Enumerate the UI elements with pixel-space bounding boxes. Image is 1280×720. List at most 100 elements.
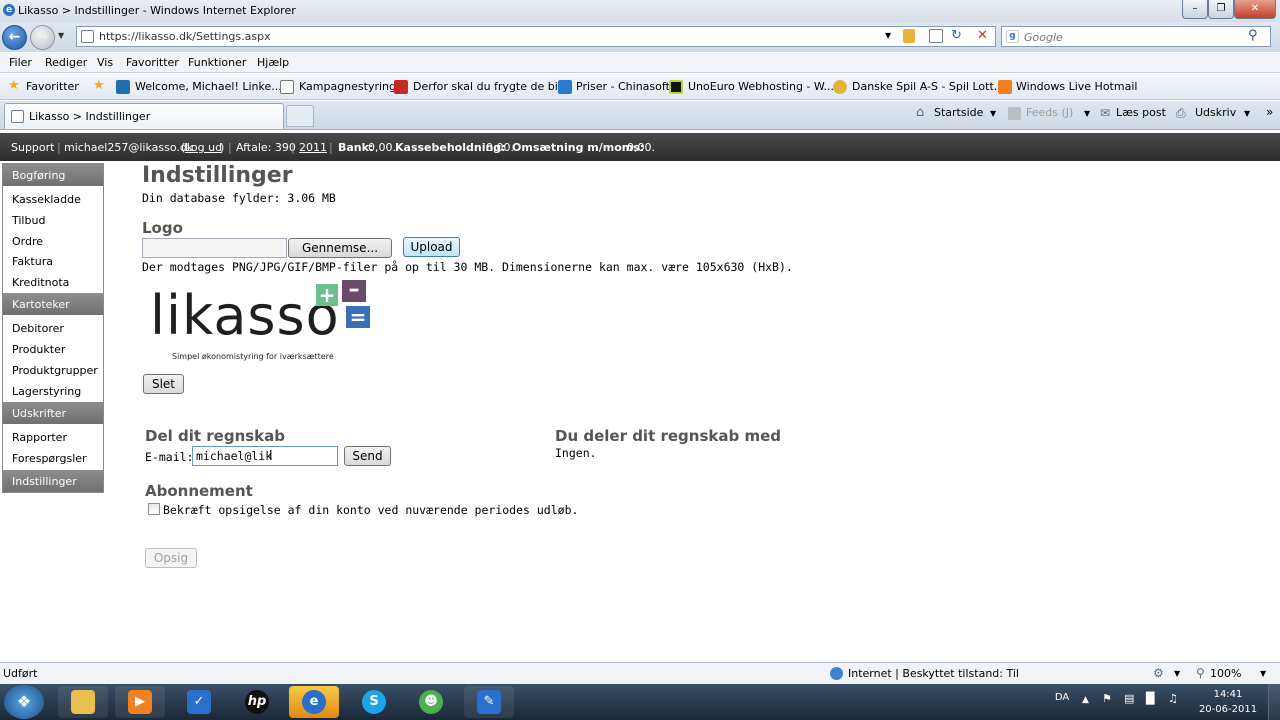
confirm-cancel-checkbox[interactable]	[148, 503, 160, 515]
sidebar-section-registers[interactable]: Kartoteker	[3, 293, 103, 315]
danske-spil-icon	[833, 80, 847, 94]
delete-logo-button[interactable]: Slet	[143, 374, 184, 394]
topbar-divider: |	[291, 141, 295, 154]
start-button[interactable]: ❖	[4, 685, 44, 719]
screen-recorder-taskbar-icon[interactable]: ✎	[464, 686, 514, 718]
sidebar-item-quotes[interactable]: Tilbud	[12, 214, 45, 227]
clock-time[interactable]: 14:41	[1196, 689, 1260, 700]
home-dropdown-icon[interactable]: ▼	[990, 109, 996, 118]
print-dropdown-icon[interactable]: ▼	[1244, 109, 1250, 118]
tab-settings[interactable]: Likasso > Indstillinger	[4, 103, 284, 129]
cancel-subscription-button[interactable]: Opsig	[145, 548, 197, 568]
read-mail-button[interactable]: Læs post	[1116, 106, 1166, 119]
fav-item-news[interactable]: Derfor skal du frygte de bi...	[413, 80, 568, 93]
show-desktop-button[interactable]	[1268, 684, 1280, 720]
zoom-level[interactable]: 100%	[1210, 667, 1241, 680]
protected-mode-icon[interactable]: ⚙	[1153, 666, 1164, 680]
volume-icon[interactable]: ♫	[1168, 692, 1178, 705]
share-heading: Del dit regnskab	[145, 427, 286, 445]
sidebar-section-reports[interactable]: Udskrifter	[3, 402, 103, 424]
more-commands-icon[interactable]: »	[1266, 105, 1273, 119]
logo-minus-icon: –	[342, 279, 366, 302]
network-icon[interactable]: ▤	[1124, 692, 1134, 705]
media-player-taskbar-icon[interactable]: ▶	[115, 686, 165, 718]
menu-file[interactable]: Filer	[9, 56, 32, 69]
send-button[interactable]: Send	[344, 446, 391, 466]
hp-taskbar-icon[interactable]: hp	[232, 686, 282, 718]
menu-view[interactable]: Vis	[97, 56, 113, 69]
sidebar-item-reports[interactable]: Rapporter	[12, 431, 67, 444]
mail-icon[interactable]: ✉	[1100, 106, 1110, 120]
explorer-taskbar-icon[interactable]	[58, 686, 108, 718]
agreement-number: Aftale: 390	[236, 141, 296, 154]
print-icon[interactable]: ⎙	[1176, 106, 1186, 121]
menu-tools[interactable]: Funktioner	[188, 56, 246, 69]
fav-item-hotmail[interactable]: Windows Live Hotmail	[1016, 80, 1137, 93]
restore-button[interactable]: ❐	[1208, 0, 1234, 19]
fav-item-unoeuro[interactable]: UnoEuro Webhosting - W...	[688, 80, 834, 93]
stop-icon[interactable]: ✕	[977, 28, 988, 43]
zone-dropdown-icon[interactable]: ▼	[1174, 669, 1180, 678]
sidebar-item-orders[interactable]: Ordre	[12, 235, 43, 248]
fav-item-danske-spil[interactable]: Danske Spil A-S - Spil Lott...	[852, 80, 1004, 93]
print-button[interactable]: Udskriv	[1195, 106, 1236, 119]
sidebar-item-product-groups[interactable]: Produktgrupper	[12, 364, 98, 377]
home-button[interactable]: Startside	[934, 106, 983, 119]
language-indicator[interactable]: DA	[1052, 692, 1072, 703]
browse-button[interactable]: Gennemse...	[288, 238, 392, 258]
back-button[interactable]: ←	[2, 25, 27, 50]
menu-favorites[interactable]: Favoritter	[126, 56, 179, 69]
clock-date[interactable]: 20-06-2011	[1196, 704, 1260, 715]
minimize-button[interactable]: –	[1182, 0, 1208, 19]
show-hidden-icons-icon[interactable]: ▲	[1082, 695, 1089, 705]
year-link[interactable]: 2011	[299, 141, 327, 154]
zoom-icon[interactable]: ⚲	[1196, 666, 1205, 680]
address-dropdown-icon[interactable]: ▼	[885, 31, 891, 40]
sidebar-item-cashbook[interactable]: Kassekladde	[12, 193, 81, 206]
share-email-input[interactable]: michael@lik I	[192, 446, 338, 466]
company-logo: likasso + – = Simpel økonomistyring for …	[150, 279, 375, 366]
action-center-icon[interactable]: ⚑	[1102, 692, 1112, 705]
menu-edit[interactable]: Rediger	[45, 56, 87, 69]
zoom-dropdown-icon[interactable]: ▼	[1260, 669, 1266, 678]
forward-button[interactable]: →	[30, 25, 55, 50]
recent-pages-dropdown-icon[interactable]: ▼	[58, 31, 64, 40]
sidebar-item-credit-notes[interactable]: Kreditnota	[12, 276, 69, 289]
feeds-dropdown-icon[interactable]: ▼	[1084, 109, 1090, 118]
feeds-icon[interactable]	[1008, 107, 1021, 120]
home-icon[interactable]: ⌂	[916, 105, 924, 120]
support-link[interactable]: Support	[11, 141, 54, 154]
menu-help[interactable]: Hjælp	[257, 56, 289, 69]
compat-view-icon[interactable]	[929, 29, 943, 43]
close-window-button[interactable]: ✕	[1234, 0, 1276, 19]
logout-link[interactable]: Log ud	[185, 141, 222, 154]
sidebar-item-products[interactable]: Produkter	[12, 343, 65, 356]
security-zone[interactable]: Internet | Beskyttet tilstand: Til	[848, 667, 1019, 680]
lock-icon[interactable]	[903, 29, 915, 43]
fav-item-linkedin[interactable]: Welcome, Michael! Linke...	[135, 80, 282, 93]
sidebar-item-debtors[interactable]: Debitorer	[12, 322, 64, 335]
messenger-taskbar-icon[interactable]: ☻	[406, 686, 456, 718]
battery-icon[interactable]: █	[1146, 692, 1154, 705]
sidebar-section-settings[interactable]: Indstillinger	[3, 470, 103, 492]
refresh-icon[interactable]: ↻	[951, 28, 962, 43]
favorites-button[interactable]: Favoritter	[26, 80, 79, 93]
sidebar-item-inventory[interactable]: Lagerstyring	[12, 385, 81, 398]
sidebar-section-bookkeeping[interactable]: Bogføring	[3, 164, 103, 186]
app-taskbar-icon[interactable]: ✓	[174, 686, 224, 718]
logo-file-input[interactable]	[142, 238, 287, 258]
feeds-button[interactable]: Feeds (J)	[1026, 106, 1073, 119]
fav-item-chinasoft[interactable]: Priser - Chinasoft	[576, 80, 670, 93]
sidebar-item-queries[interactable]: Forespørgsler	[12, 452, 87, 465]
address-bar[interactable]: https://likasso.dk/Settings.aspx ▼ ↻ ✕	[76, 26, 996, 47]
search-icon[interactable]: ⚲	[1248, 28, 1258, 43]
search-box[interactable]: g Google ⚲	[1001, 26, 1271, 47]
new-tab-button[interactable]	[286, 105, 314, 127]
fav-item-campaigns[interactable]: Kampagnestyring	[299, 80, 396, 93]
ie-taskbar-icon[interactable]: e	[289, 686, 339, 718]
hp-icon: hp	[245, 690, 269, 714]
skype-taskbar-icon[interactable]: S	[349, 686, 399, 718]
upload-button[interactable]: Upload	[403, 237, 460, 257]
sidebar-item-invoices[interactable]: Faktura	[12, 255, 53, 268]
add-favorite-icon[interactable]: ★	[93, 78, 105, 93]
